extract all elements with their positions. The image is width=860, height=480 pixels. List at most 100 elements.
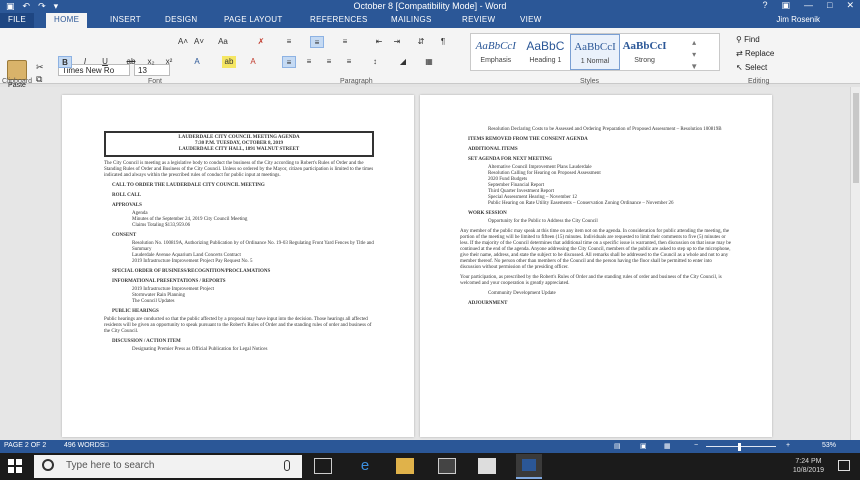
- subscript-button[interactable]: x₂: [144, 56, 158, 68]
- zoom-in-icon[interactable]: +: [786, 442, 790, 449]
- tab-mailings[interactable]: MAILINGS: [391, 15, 432, 24]
- numbering-icon[interactable]: ≡: [310, 36, 324, 48]
- system-clock[interactable]: 7:24 PM 10/8/2019: [793, 457, 824, 475]
- borders-icon[interactable]: ▦: [422, 56, 436, 68]
- status-bar: PAGE 2 OF 2 496 WORDS □ ▤ ▣ ▦ − + 53%: [0, 440, 860, 453]
- zoom-level[interactable]: 53%: [822, 442, 836, 449]
- highlight-color-icon[interactable]: ab: [222, 56, 236, 68]
- align-left-icon[interactable]: ≡: [282, 56, 296, 68]
- help-icon[interactable]: ?: [762, 0, 767, 11]
- vertical-scrollbar[interactable]: [850, 87, 860, 440]
- zoom-slider-handle[interactable]: [738, 443, 741, 451]
- mail-icon[interactable]: [478, 458, 496, 474]
- edge-browser-icon[interactable]: e: [356, 458, 374, 474]
- style-heading-1[interactable]: AaBbC Heading 1: [521, 34, 571, 70]
- align-right-icon[interactable]: ≡: [322, 56, 336, 68]
- tab-insert[interactable]: INSERT: [110, 15, 141, 24]
- zoom-slider[interactable]: [706, 446, 776, 447]
- editing-group: ⚲ Find ⇄ Replace ↖ Select: [736, 33, 774, 75]
- increase-indent-icon[interactable]: ⇥: [390, 36, 404, 48]
- bullets-icon[interactable]: ≡: [282, 36, 296, 48]
- find-button[interactable]: ⚲ Find: [736, 33, 774, 47]
- superscript-button[interactable]: x²: [162, 56, 176, 68]
- scrollbar-thumb[interactable]: [853, 93, 859, 183]
- minimize-icon[interactable]: —: [804, 0, 813, 11]
- agenda-item-title: INFORMATIONAL PRESENTATIONS / REPORTS: [112, 279, 226, 284]
- styles-up-icon[interactable]: ▴: [669, 37, 719, 49]
- taskbar-search-box[interactable]: Type here to search: [34, 455, 302, 478]
- ribbon-group-labels: Clipboard Font Paragraph Styles Editing: [0, 78, 860, 87]
- store-icon[interactable]: [438, 458, 456, 474]
- document-page-1[interactable]: LAUDERDALE CITY COUNCIL MEETING AGENDA 7…: [62, 95, 414, 437]
- italic-button[interactable]: I: [78, 56, 92, 68]
- clock-date: 10/8/2019: [792, 467, 824, 474]
- tab-file[interactable]: FILE: [0, 13, 34, 28]
- style-name: 1 Normal: [580, 58, 610, 65]
- tab-references[interactable]: REFERENCES: [310, 15, 368, 24]
- text-effects-icon[interactable]: A: [190, 56, 204, 68]
- group-label-font: Font: [148, 78, 163, 85]
- clipboard-icon: [7, 60, 27, 80]
- group-label-clipboard: Clipboard: [2, 78, 32, 85]
- close-icon[interactable]: ✕: [846, 0, 854, 11]
- title-bar: ▣ ↶ ↷ ▾ October 8 [Compatibility Mode] -…: [0, 0, 860, 13]
- font-color-icon[interactable]: A: [246, 56, 260, 68]
- strikethrough-button[interactable]: ab: [124, 56, 138, 68]
- select-button[interactable]: ↖ Select: [736, 61, 774, 75]
- shrink-font-icon[interactable]: A˅: [192, 36, 206, 48]
- style-strong[interactable]: AaBbCcI Strong: [620, 34, 670, 70]
- page-count[interactable]: PAGE 2 OF 2: [4, 442, 46, 449]
- tab-home[interactable]: HOME: [46, 13, 88, 28]
- style-emphasis[interactable]: AaBbCcI Emphasis: [471, 34, 521, 70]
- notification-icon[interactable]: [838, 460, 850, 471]
- tab-design[interactable]: DESIGN: [165, 15, 197, 24]
- justify-icon[interactable]: ≡: [342, 56, 356, 68]
- document-area[interactable]: LAUDERDALE CITY COUNCIL MEETING AGENDA 7…: [0, 87, 860, 440]
- styles-scroll[interactable]: ▴ ▾ ▼: [669, 34, 719, 73]
- print-layout-icon[interactable]: ▣: [640, 442, 647, 450]
- style-normal[interactable]: AaBbCcI 1 Normal: [570, 34, 620, 70]
- show-formatting-icon[interactable]: ¶: [436, 36, 450, 48]
- grow-font-icon[interactable]: A˄: [176, 36, 190, 48]
- word-count[interactable]: 496 WORDS: [64, 442, 104, 449]
- windows-start-icon[interactable]: [8, 459, 22, 473]
- shading-icon[interactable]: ◢: [396, 56, 410, 68]
- agenda-item-title: CONSENT: [112, 233, 137, 238]
- tab-review[interactable]: REVIEW: [462, 15, 495, 24]
- ribbon-display-icon[interactable]: ▣: [782, 0, 791, 11]
- multilevel-list-icon[interactable]: ≡: [338, 36, 352, 48]
- cut-icon[interactable]: ✂: [36, 62, 44, 73]
- document-page-2[interactable]: Resolution Declaring Costs to be Assesse…: [420, 95, 772, 437]
- agenda-item-title: APPROVALS: [112, 203, 142, 208]
- microphone-icon[interactable]: [284, 460, 290, 471]
- read-mode-icon[interactable]: ▤: [614, 442, 621, 450]
- replace-button[interactable]: ⇄ Replace: [736, 47, 774, 61]
- styles-down-icon[interactable]: ▾: [669, 49, 719, 61]
- clear-formatting-icon[interactable]: ✗: [254, 36, 268, 48]
- agenda-item-title: PUBLIC HEARINGS: [112, 309, 159, 314]
- underline-button[interactable]: U: [98, 56, 112, 68]
- agenda-item-title: DISCUSSION / ACTION ITEM: [112, 339, 181, 344]
- bold-button[interactable]: B: [58, 56, 72, 68]
- file-explorer-icon[interactable]: [396, 458, 414, 474]
- replace-icon: ⇄: [736, 49, 745, 58]
- zoom-out-icon[interactable]: −: [694, 442, 698, 449]
- sort-icon[interactable]: ⇵: [414, 36, 428, 48]
- decrease-indent-icon[interactable]: ⇤: [372, 36, 386, 48]
- user-name[interactable]: Jim Rosenik: [776, 15, 820, 24]
- tab-view[interactable]: VIEW: [520, 15, 542, 24]
- maximize-icon[interactable]: □: [827, 0, 832, 11]
- align-center-icon[interactable]: ≡: [302, 56, 316, 68]
- task-view-icon[interactable]: [314, 458, 332, 474]
- styles-more-icon[interactable]: ▼: [669, 61, 719, 73]
- word-taskbar-button[interactable]: [516, 454, 542, 479]
- web-layout-icon[interactable]: ▦: [664, 442, 671, 450]
- tab-page-layout[interactable]: PAGE LAYOUT: [224, 15, 283, 24]
- style-sample: AaBbCcI: [574, 41, 616, 53]
- line-spacing-icon[interactable]: ↕: [368, 56, 382, 68]
- agenda-subitem: Resolution Declaring Costs to be Assesse…: [488, 127, 722, 132]
- ribbon: Paste ✂ ⧉ ✎ Times New Ro 13 A˄ A˅ Aa ✗ B…: [0, 28, 860, 96]
- agenda-items: CALL TO ORDER THE LAUDERDALE CITY COUNCI…: [104, 183, 374, 315]
- proofing-icon[interactable]: □: [104, 442, 108, 449]
- change-case-icon[interactable]: Aa: [216, 36, 230, 48]
